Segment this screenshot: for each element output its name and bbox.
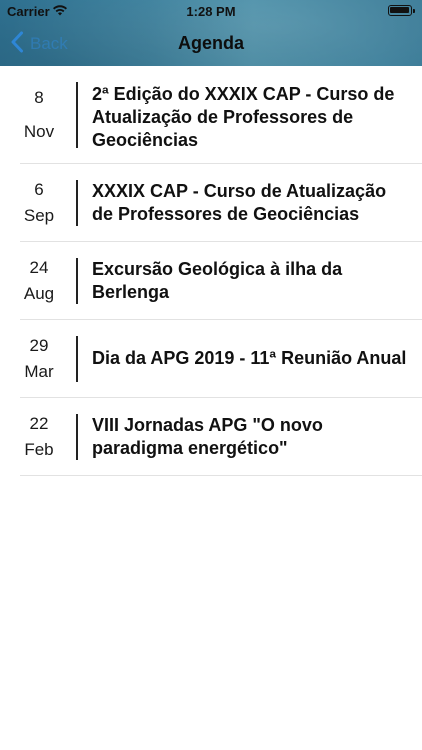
event-day: 29 xyxy=(29,336,49,355)
event-day: 24 xyxy=(29,258,49,277)
event-month: Nov xyxy=(23,122,55,141)
divider-line xyxy=(76,180,78,226)
list-item[interactable]: 8 Nov 2ª Edição do XXXIX CAP - Curso de … xyxy=(20,66,422,164)
divider-line xyxy=(76,82,78,148)
event-day: 22 xyxy=(29,414,49,433)
list-item[interactable]: 22 Feb VIII Jornadas APG "O novo paradig… xyxy=(20,398,422,476)
event-day: 6 xyxy=(34,180,44,199)
page-title: Agenda xyxy=(177,33,244,53)
event-day: 8 xyxy=(34,88,44,107)
event-month: Feb xyxy=(24,440,54,459)
navigation-bar: Back Agenda xyxy=(0,22,422,66)
event-date: 29 Mar xyxy=(20,334,58,384)
event-date: 24 Aug xyxy=(20,256,58,306)
event-title: VIII Jornadas APG "O novo paradigma ener… xyxy=(92,415,323,458)
divider-line xyxy=(76,258,78,304)
event-month: Aug xyxy=(23,284,55,303)
list-item[interactable]: 24 Aug Excursão Geológica à ilha da Berl… xyxy=(20,242,422,320)
divider-line xyxy=(76,336,78,382)
event-title: XXXIX CAP - Curso de Atualização de Prof… xyxy=(92,181,387,224)
status-bar: Carrier 1:28 PM xyxy=(0,0,422,22)
status-time: 1:28 PM xyxy=(186,4,236,19)
event-title: Excursão Geológica à ilha da Berlenga xyxy=(92,259,343,302)
agenda-list: 8 Nov 2ª Edição do XXXIX CAP - Curso de … xyxy=(0,66,422,476)
event-month: Mar xyxy=(24,362,54,381)
event-title: Dia da APG 2019 - 11ª Reunião Anual xyxy=(92,348,407,368)
battery-icon xyxy=(388,5,415,16)
event-date: 22 Feb xyxy=(20,412,58,462)
event-title: 2ª Edição do XXXIX CAP - Curso de Atuali… xyxy=(92,84,395,150)
list-item[interactable]: 29 Mar Dia da APG 2019 - 11ª Reunião Anu… xyxy=(20,320,422,398)
event-date: 6 Sep xyxy=(20,178,58,228)
list-item[interactable]: 6 Sep XXXIX CAP - Curso de Atualização d… xyxy=(20,164,422,242)
divider-line xyxy=(76,414,78,460)
event-month: Sep xyxy=(23,206,55,225)
event-date: 8 Nov xyxy=(20,86,58,144)
